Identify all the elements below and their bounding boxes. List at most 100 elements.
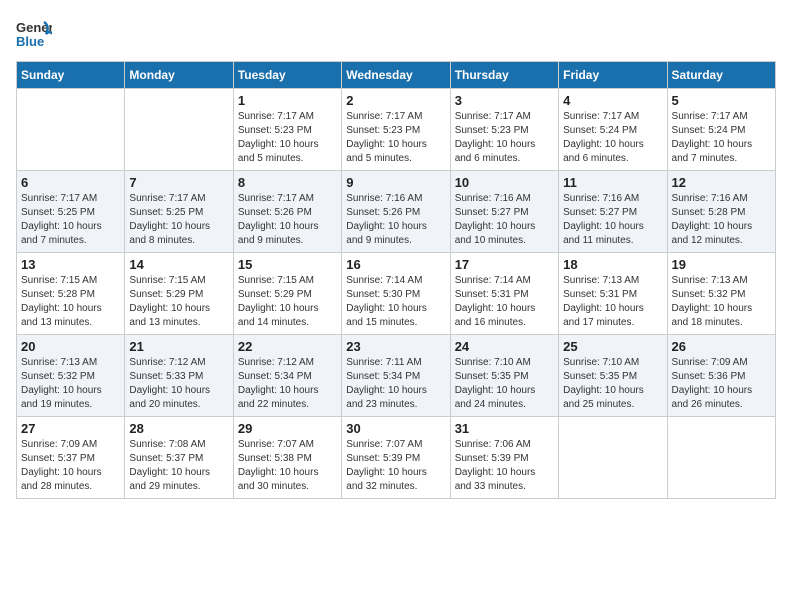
day-cell: 21 Sunrise: 7:12 AMSunset: 5:33 PMDayligh… (125, 335, 233, 417)
week-row-3: 13 Sunrise: 7:15 AMSunset: 5:28 PMDayligh… (17, 253, 776, 335)
day-cell: 31Sunrise: 7:06 AMSunset: 5:39 PMDayligh… (450, 417, 558, 499)
svg-text:Blue: Blue (16, 34, 44, 49)
weekday-header-row: SundayMondayTuesdayWednesdayThursdayFrid… (17, 62, 776, 89)
weekday-header-tuesday: Tuesday (233, 62, 341, 89)
day-number: 13 (21, 257, 120, 272)
day-number: 5 (672, 93, 771, 108)
day-info: Sunrise: 7:17 AMSunset: 5:25 PMDaylight:… (21, 192, 120, 248)
week-row-1: 1 Sunrise: 7:17 AMSunset: 5:23 PMDaylight… (17, 89, 776, 171)
day-number: 21 (129, 339, 228, 354)
day-cell (559, 417, 667, 499)
day-number: 30 (346, 421, 445, 436)
day-cell: 10Sunrise: 7:16 AMSunset: 5:27 PMDayligh… (450, 171, 558, 253)
day-cell: 4 Sunrise: 7:17 AMSunset: 5:24 PMDaylight… (559, 89, 667, 171)
day-cell: 18 Sunrise: 7:13 AMSunset: 5:31 PMDayligh… (559, 253, 667, 335)
day-info: Sunrise: 7:11 AMSunset: 5:34 PMDaylight:… (346, 356, 445, 412)
week-row-5: 27 Sunrise: 7:09 AMSunset: 5:37 PMDayligh… (17, 417, 776, 499)
day-number: 2 (346, 93, 445, 108)
day-number: 16 (346, 257, 445, 272)
weekday-header-saturday: Saturday (667, 62, 775, 89)
logo-icon: General Blue (16, 16, 52, 57)
day-number: 7 (129, 175, 228, 190)
day-info: Sunrise: 7:17 AMSunset: 5:24 PMDaylight:… (672, 110, 771, 166)
day-number: 22 (238, 339, 337, 354)
calendar-table: SundayMondayTuesdayWednesdayThursdayFrid… (16, 61, 776, 499)
weekday-header-wednesday: Wednesday (342, 62, 450, 89)
day-cell (125, 89, 233, 171)
day-number: 4 (563, 93, 662, 108)
day-number: 29 (238, 421, 337, 436)
day-info: Sunrise: 7:07 AMSunset: 5:39 PMDaylight:… (346, 438, 445, 494)
day-info: Sunrise: 7:14 AMSunset: 5:30 PMDaylight:… (346, 274, 445, 330)
day-cell: 17 Sunrise: 7:14 AMSunset: 5:31 PMDayligh… (450, 253, 558, 335)
day-number: 19 (672, 257, 771, 272)
day-number: 26 (672, 339, 771, 354)
day-cell: 5 Sunrise: 7:17 AMSunset: 5:24 PMDaylight… (667, 89, 775, 171)
day-number: 8 (238, 175, 337, 190)
day-info: Sunrise: 7:16 AMSunset: 5:26 PMDaylight:… (346, 192, 445, 248)
day-number: 6 (21, 175, 120, 190)
day-cell: 13 Sunrise: 7:15 AMSunset: 5:28 PMDayligh… (17, 253, 125, 335)
day-info: Sunrise: 7:17 AMSunset: 5:24 PMDaylight:… (563, 110, 662, 166)
day-cell: 27 Sunrise: 7:09 AMSunset: 5:37 PMDayligh… (17, 417, 125, 499)
day-cell: 6 Sunrise: 7:17 AMSunset: 5:25 PMDaylight… (17, 171, 125, 253)
day-number: 28 (129, 421, 228, 436)
day-info: Sunrise: 7:09 AMSunset: 5:36 PMDaylight:… (672, 356, 771, 412)
day-info: Sunrise: 7:10 AMSunset: 5:35 PMDaylight:… (563, 356, 662, 412)
day-number: 24 (455, 339, 554, 354)
day-info: Sunrise: 7:17 AMSunset: 5:23 PMDaylight:… (455, 110, 554, 166)
day-number: 31 (455, 421, 554, 436)
day-info: Sunrise: 7:10 AMSunset: 5:35 PMDaylight:… (455, 356, 554, 412)
day-info: Sunrise: 7:09 AMSunset: 5:37 PMDaylight:… (21, 438, 120, 494)
day-cell: 3 Sunrise: 7:17 AMSunset: 5:23 PMDaylight… (450, 89, 558, 171)
day-cell: 19 Sunrise: 7:13 AMSunset: 5:32 PMDayligh… (667, 253, 775, 335)
day-info: Sunrise: 7:13 AMSunset: 5:32 PMDaylight:… (672, 274, 771, 330)
day-number: 15 (238, 257, 337, 272)
day-info: Sunrise: 7:12 AMSunset: 5:33 PMDaylight:… (129, 356, 228, 412)
day-cell: 15 Sunrise: 7:15 AMSunset: 5:29 PMDayligh… (233, 253, 341, 335)
day-info: Sunrise: 7:14 AMSunset: 5:31 PMDaylight:… (455, 274, 554, 330)
logo: General Blue (16, 16, 52, 57)
day-number: 18 (563, 257, 662, 272)
day-number: 11 (563, 175, 662, 190)
day-cell: 1 Sunrise: 7:17 AMSunset: 5:23 PMDaylight… (233, 89, 341, 171)
day-cell: 16 Sunrise: 7:14 AMSunset: 5:30 PMDayligh… (342, 253, 450, 335)
day-info: Sunrise: 7:17 AMSunset: 5:25 PMDaylight:… (129, 192, 228, 248)
day-cell: 28Sunrise: 7:08 AMSunset: 5:37 PMDayligh… (125, 417, 233, 499)
day-info: Sunrise: 7:17 AMSunset: 5:23 PMDaylight:… (238, 110, 337, 166)
day-number: 27 (21, 421, 120, 436)
day-info: Sunrise: 7:15 AMSunset: 5:28 PMDaylight:… (21, 274, 120, 330)
day-number: 25 (563, 339, 662, 354)
day-number: 3 (455, 93, 554, 108)
day-cell: 30 Sunrise: 7:07 AMSunset: 5:39 PMDayligh… (342, 417, 450, 499)
day-number: 9 (346, 175, 445, 190)
day-info: Sunrise: 7:17 AMSunset: 5:26 PMDaylight:… (238, 192, 337, 248)
day-info: Sunrise: 7:16 AMSunset: 5:27 PMDaylight:… (455, 192, 554, 248)
day-number: 20 (21, 339, 120, 354)
header: General Blue (16, 16, 776, 57)
day-number: 12 (672, 175, 771, 190)
day-info: Sunrise: 7:13 AMSunset: 5:31 PMDaylight:… (563, 274, 662, 330)
weekday-header-friday: Friday (559, 62, 667, 89)
day-cell: 11Sunrise: 7:16 AMSunset: 5:27 PMDayligh… (559, 171, 667, 253)
day-cell: 24 Sunrise: 7:10 AMSunset: 5:35 PMDayligh… (450, 335, 558, 417)
day-cell: 7 Sunrise: 7:17 AMSunset: 5:25 PMDaylight… (125, 171, 233, 253)
day-info: Sunrise: 7:13 AMSunset: 5:32 PMDaylight:… (21, 356, 120, 412)
day-info: Sunrise: 7:15 AMSunset: 5:29 PMDaylight:… (129, 274, 228, 330)
week-row-2: 6 Sunrise: 7:17 AMSunset: 5:25 PMDaylight… (17, 171, 776, 253)
day-cell: 9 Sunrise: 7:16 AMSunset: 5:26 PMDaylight… (342, 171, 450, 253)
day-number: 14 (129, 257, 228, 272)
day-number: 17 (455, 257, 554, 272)
day-cell: 2Sunrise: 7:17 AMSunset: 5:23 PMDaylight… (342, 89, 450, 171)
day-number: 23 (346, 339, 445, 354)
day-cell: 25 Sunrise: 7:10 AMSunset: 5:35 PMDayligh… (559, 335, 667, 417)
weekday-header-monday: Monday (125, 62, 233, 89)
day-number: 1 (238, 93, 337, 108)
week-row-4: 20 Sunrise: 7:13 AMSunset: 5:32 PMDayligh… (17, 335, 776, 417)
day-info: Sunrise: 7:12 AMSunset: 5:34 PMDaylight:… (238, 356, 337, 412)
day-cell (17, 89, 125, 171)
day-cell: 23 Sunrise: 7:11 AMSunset: 5:34 PMDayligh… (342, 335, 450, 417)
weekday-header-thursday: Thursday (450, 62, 558, 89)
day-info: Sunrise: 7:15 AMSunset: 5:29 PMDaylight:… (238, 274, 337, 330)
day-cell: 12Sunrise: 7:16 AMSunset: 5:28 PMDayligh… (667, 171, 775, 253)
